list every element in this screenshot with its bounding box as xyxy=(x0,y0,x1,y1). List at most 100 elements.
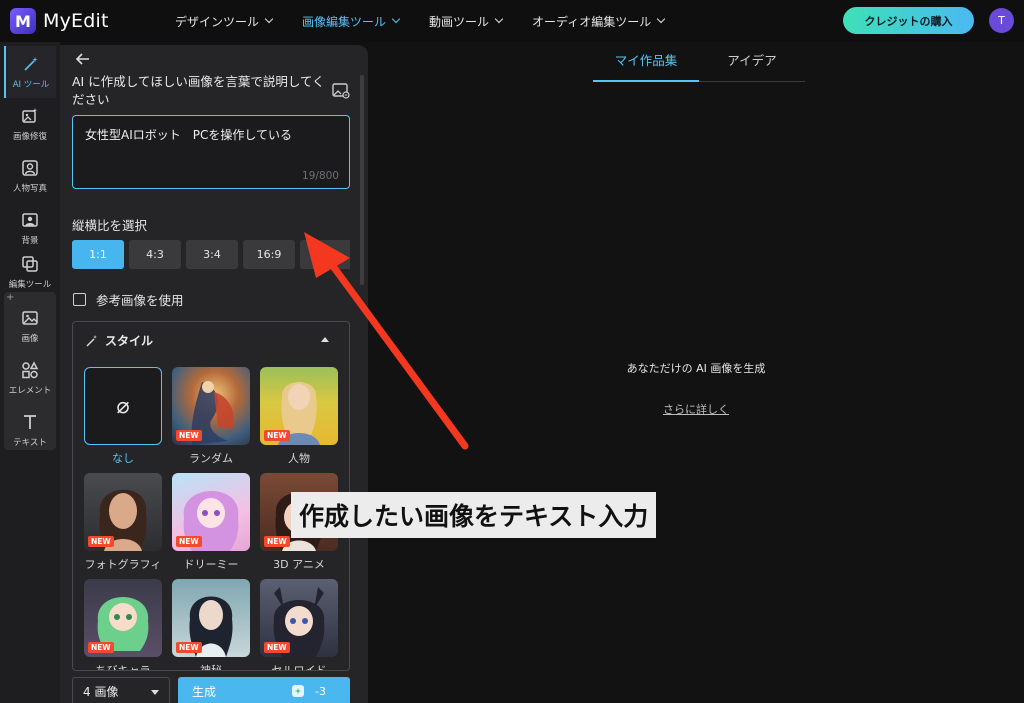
elements-icon xyxy=(22,360,39,378)
image-icon xyxy=(22,310,38,325)
reference-image-option[interactable]: 参考画像を使用 xyxy=(73,290,184,309)
collapse-caret-icon[interactable] xyxy=(321,337,329,342)
rail-item-image[interactable]: 画像 xyxy=(4,300,56,352)
edit-tools-icon xyxy=(22,255,38,272)
aspect-ratio-label: 縦横比を選択 xyxy=(72,218,148,233)
style-label: ちびキャラ xyxy=(95,664,151,671)
rail-label: 人物写真 xyxy=(12,183,47,194)
text-icon xyxy=(24,414,36,429)
new-badge: NEW xyxy=(176,430,202,441)
generate-cost: -3 xyxy=(291,684,326,698)
logo-mark-icon: M xyxy=(10,8,36,34)
rail-item-text[interactable]: テキスト xyxy=(4,404,56,456)
tab-ideas[interactable]: アイデア xyxy=(699,52,805,82)
new-badge: NEW xyxy=(264,430,290,441)
new-badge: NEW xyxy=(264,536,290,547)
chevron-down-icon xyxy=(264,14,274,24)
ratio-3-4-button[interactable]: 3:4 xyxy=(186,240,238,269)
rail-label: エレメント xyxy=(8,385,52,396)
rail-label: 背景 xyxy=(21,235,39,246)
reference-image-label: 参考画像を使用 xyxy=(96,293,184,308)
credit-icon xyxy=(292,685,305,697)
style-label: なし xyxy=(112,452,134,465)
annotation-callout: 作成したい画像をテキスト入力 xyxy=(291,492,657,538)
ratio-4-3-button[interactable]: 4:3 xyxy=(129,240,181,269)
generate-button[interactable]: 生成 -3 xyxy=(178,677,350,703)
buy-credits-button[interactable]: クレジットの購入 xyxy=(843,7,974,34)
generate-label: 生成 xyxy=(192,684,217,699)
image-repair-icon xyxy=(22,107,38,123)
tool-rail: AI ツール 画像修復 人物写真 背景 編集ツール + 画像 エレメント テキス… xyxy=(0,42,60,703)
rail-label: 画像修復 xyxy=(12,131,47,142)
style-header[interactable]: スタイル xyxy=(85,332,153,349)
style-label: 3D アニメ xyxy=(273,558,325,571)
none-icon: ⌀ xyxy=(116,393,130,419)
nav-video-tools[interactable]: 動画ツール xyxy=(429,13,504,30)
ai-tool-panel: AI に作成してほしい画像を言葉で説明してください 女性型AIロボット PCを操… xyxy=(60,45,368,703)
style-label: ドリーミー xyxy=(183,558,239,571)
prompt-text: 女性型AIロボット PCを操作している xyxy=(85,128,293,142)
prompt-label: AI に作成してほしい画像を言葉で説明してください xyxy=(72,74,325,107)
learn-more-link[interactable]: さらに詳しく xyxy=(368,401,1024,417)
chevron-down-icon xyxy=(656,14,666,24)
portrait-icon xyxy=(22,159,38,176)
rail-item-edit-tools[interactable]: 編集ツール xyxy=(4,246,56,298)
main-canvas-area: マイ作品集 アイデア あなただけの AI 画像を生成 さらに詳しく xyxy=(368,42,1024,703)
magic-wand-icon xyxy=(86,334,97,346)
image-upload-icon[interactable] xyxy=(332,83,350,99)
style-label: 人物 xyxy=(288,452,310,465)
prompt-char-count: 19/800 xyxy=(302,170,339,182)
main-nav: デザインツール 画像編集ツール 動画ツール オーディオ編集ツール xyxy=(175,0,694,42)
nav-audio-tools[interactable]: オーディオ編集ツール xyxy=(532,13,666,30)
nav-image-edit-tools[interactable]: 画像編集ツール xyxy=(302,13,401,30)
style-tile-dreamy[interactable]: NEW xyxy=(172,473,250,551)
style-tile-random[interactable]: NEW xyxy=(172,367,250,445)
new-badge: NEW xyxy=(176,536,202,547)
magic-wand-icon xyxy=(24,56,38,71)
style-tile-photography[interactable]: NEW xyxy=(84,473,162,551)
gallery-tabs: マイ作品集 アイデア xyxy=(593,52,805,82)
image-count-select[interactable]: 4 画像 xyxy=(72,677,170,703)
rail-item-image-repair[interactable]: 画像修復 xyxy=(4,98,56,150)
style-tile-person[interactable]: NEW xyxy=(260,367,338,445)
style-tile-none[interactable]: ⌀ xyxy=(84,367,162,445)
rail-item-elements[interactable]: エレメント xyxy=(4,352,56,404)
rail-item-portrait[interactable]: 人物写真 xyxy=(4,150,56,202)
style-tile-mystic[interactable]: NEW xyxy=(172,579,250,657)
chevron-down-icon xyxy=(494,14,504,24)
style-label: 神秘 xyxy=(200,664,222,671)
app-name: MyEdit xyxy=(43,10,109,32)
user-avatar[interactable]: T xyxy=(989,8,1014,33)
chevron-down-icon xyxy=(151,690,159,695)
style-tile-chibi[interactable]: NEW xyxy=(84,579,162,657)
ratio-more-button[interactable] xyxy=(300,240,350,269)
new-badge: NEW xyxy=(88,642,114,653)
new-badge: NEW xyxy=(264,642,290,653)
rail-label: 編集ツール xyxy=(8,279,52,290)
chevron-down-icon xyxy=(391,14,401,24)
app-logo[interactable]: M MyEdit xyxy=(10,8,109,34)
style-label: セルロイド xyxy=(271,664,327,671)
panel-scrollbar[interactable] xyxy=(360,75,364,285)
background-icon xyxy=(22,212,38,227)
style-label: ランダム xyxy=(189,452,233,465)
new-badge: NEW xyxy=(176,642,202,653)
rail-item-ai-tools[interactable]: AI ツール xyxy=(4,46,56,98)
nav-design-tools[interactable]: デザインツール xyxy=(175,13,274,30)
ratio-1-1-button[interactable]: 1:1 xyxy=(72,240,124,269)
ratio-16-9-button[interactable]: 16:9 xyxy=(243,240,295,269)
rail-label: 画像 xyxy=(21,333,39,344)
rail-label: AI ツール xyxy=(12,79,50,90)
top-nav-bar: M MyEdit デザインツール 画像編集ツール 動画ツール オーディオ編集ツー… xyxy=(0,0,1024,42)
tab-my-works[interactable]: マイ作品集 xyxy=(593,52,699,82)
rail-label: テキスト xyxy=(13,437,47,448)
reference-image-checkbox[interactable] xyxy=(73,293,86,306)
style-label: フォトグラフィ xyxy=(84,558,162,571)
empty-state-text: あなただけの AI 画像を生成 xyxy=(626,362,766,375)
aspect-ratio-options: 1:1 4:3 3:4 16:9 xyxy=(72,240,350,270)
back-arrow-icon[interactable] xyxy=(75,51,91,67)
style-heading: スタイル xyxy=(105,334,154,348)
prompt-input[interactable]: 女性型AIロボット PCを操作している 19/800 xyxy=(72,115,350,189)
image-count-value: 4 画像 xyxy=(83,684,119,699)
style-tile-celluloid[interactable]: NEW xyxy=(260,579,338,657)
